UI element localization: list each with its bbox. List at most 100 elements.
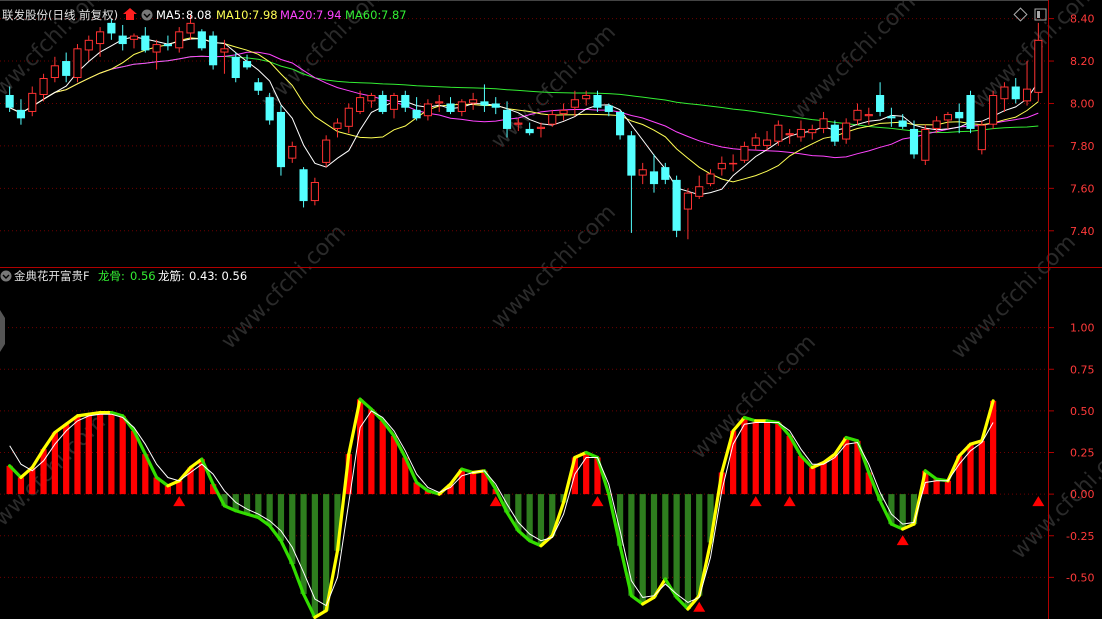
candle-body-up (310, 181, 319, 202)
buy-signal-marker (749, 496, 762, 507)
indicator-histogram-bar (978, 440, 985, 495)
candle-body-up (842, 122, 851, 140)
collapse-toggle-icon[interactable] (141, 9, 153, 21)
indicator-histogram-bar (130, 430, 138, 495)
candle-body-up (39, 78, 48, 95)
indicator-collapse-icon[interactable] (0, 270, 12, 282)
stock-chart[interactable]: www.cfchi.com www.cfchi.com www.cfchi.com w… (0, 0, 1102, 619)
candle-body-up (175, 31, 184, 49)
ma60-value: 7.87 (381, 8, 407, 22)
candle-body-down (593, 94, 602, 108)
indicator-histogram-bar (289, 494, 296, 565)
candle-body-up (356, 97, 365, 112)
up-arrow-icon (123, 8, 137, 20)
candle-body-up (932, 120, 941, 129)
indicator-histogram-bar (96, 412, 104, 495)
indicator-histogram-bar (809, 467, 816, 495)
candle-body-up (638, 169, 647, 176)
candle-body-up (423, 103, 432, 117)
candle-body-down (265, 97, 274, 121)
candle-body-down (276, 111, 286, 168)
price-tick-label: 7.40 (1070, 225, 1095, 238)
candle-body-up (435, 101, 444, 104)
indicator-tick-label: 1.00 (1070, 322, 1095, 335)
candle-body-up (989, 94, 998, 125)
indicator-histogram-bar (786, 435, 793, 495)
candle-body-down (5, 94, 14, 108)
indicator-histogram-bar (537, 494, 545, 546)
candle-body-up (84, 39, 93, 51)
candle-body-up (740, 145, 749, 161)
watermark-text: www.cfchi.com (947, 230, 1081, 364)
indicator-histogram-bar (390, 435, 398, 495)
candle-body-up (559, 109, 568, 115)
indicator-histogram-bar (74, 415, 81, 495)
indicator-histogram-bar (662, 494, 669, 580)
watermark-text: www.cfchi.com (217, 220, 351, 354)
buy-signal-marker (173, 496, 186, 507)
candle-body-up (582, 94, 591, 100)
ma20-value: 7.94 (316, 8, 342, 22)
candle-body-up (536, 126, 546, 129)
indicator-histogram-bar (775, 422, 782, 495)
indicator-panel[interactable] (6, 397, 1045, 619)
candle-body-up (751, 137, 760, 146)
candle-body-up (1000, 86, 1009, 100)
indicator-histogram-bar (763, 420, 771, 495)
candle-body-up (367, 94, 376, 102)
bone-label: 龙骨: (98, 269, 125, 283)
buy-signal-marker (693, 601, 706, 612)
candle-body-up (785, 133, 794, 136)
candle-body-up (706, 173, 715, 185)
candle-body-up (129, 35, 139, 40)
indicator-histogram-bar (831, 454, 838, 495)
candle-body-up (220, 48, 229, 53)
candle-body-down (955, 111, 964, 119)
candle-body-down (62, 61, 71, 76)
candle-body-up (570, 99, 579, 108)
extra-value: : 0.56 (214, 269, 247, 283)
indicator-histogram-bar (85, 414, 92, 495)
candle-body-down (242, 61, 252, 68)
candle-body-down (141, 35, 150, 51)
candle-body-down (378, 94, 387, 112)
candle-body-down (502, 109, 512, 129)
side-handle[interactable] (0, 310, 5, 352)
candle-body-up (762, 139, 772, 146)
candle-body-down (525, 128, 534, 134)
bone-line-segment (75, 412, 91, 418)
ma5-value: 8.08 (186, 8, 212, 22)
indicator-histogram-bar (368, 409, 375, 495)
candle-body-down (163, 44, 172, 47)
indicator-histogram-bar (300, 494, 307, 595)
indicator-histogram-bar (990, 400, 997, 495)
tendon-value: 0.43 (189, 269, 215, 283)
indicator-histogram-bar (684, 494, 692, 610)
indicator-histogram-bar (639, 494, 646, 605)
candle-body-down (616, 111, 625, 136)
candle-body-up (943, 114, 952, 121)
candle-body-down (446, 103, 455, 112)
candle-body-up (808, 128, 817, 134)
ma60-label: MA60: (345, 8, 381, 22)
ma20-label: MA20: (280, 8, 316, 22)
indicator-tick-label: 0.75 (1070, 363, 1095, 376)
indicator-histogram-bar (17, 477, 25, 495)
candle-body-down (107, 22, 116, 34)
candle-body-up (921, 128, 930, 161)
candle-body-up (73, 48, 82, 79)
candle-body-down (898, 120, 907, 127)
ma5-label: MA5: (156, 8, 185, 22)
price-tick-label: 8.20 (1070, 55, 1095, 68)
indicator-histogram-bar (650, 494, 658, 598)
candle-body-down (909, 128, 919, 155)
candle-body-up (774, 124, 783, 142)
tendon-label: 龙筋: (158, 269, 185, 283)
candle-body-up (457, 101, 466, 112)
indicator-histogram-bar (944, 480, 952, 495)
candle-body-up (514, 122, 523, 125)
candle-body-down (231, 56, 240, 79)
indicator-title: 金典花开富贵F (14, 269, 90, 283)
price-tick-label: 8.00 (1070, 97, 1095, 110)
candle-body-up (389, 94, 399, 110)
